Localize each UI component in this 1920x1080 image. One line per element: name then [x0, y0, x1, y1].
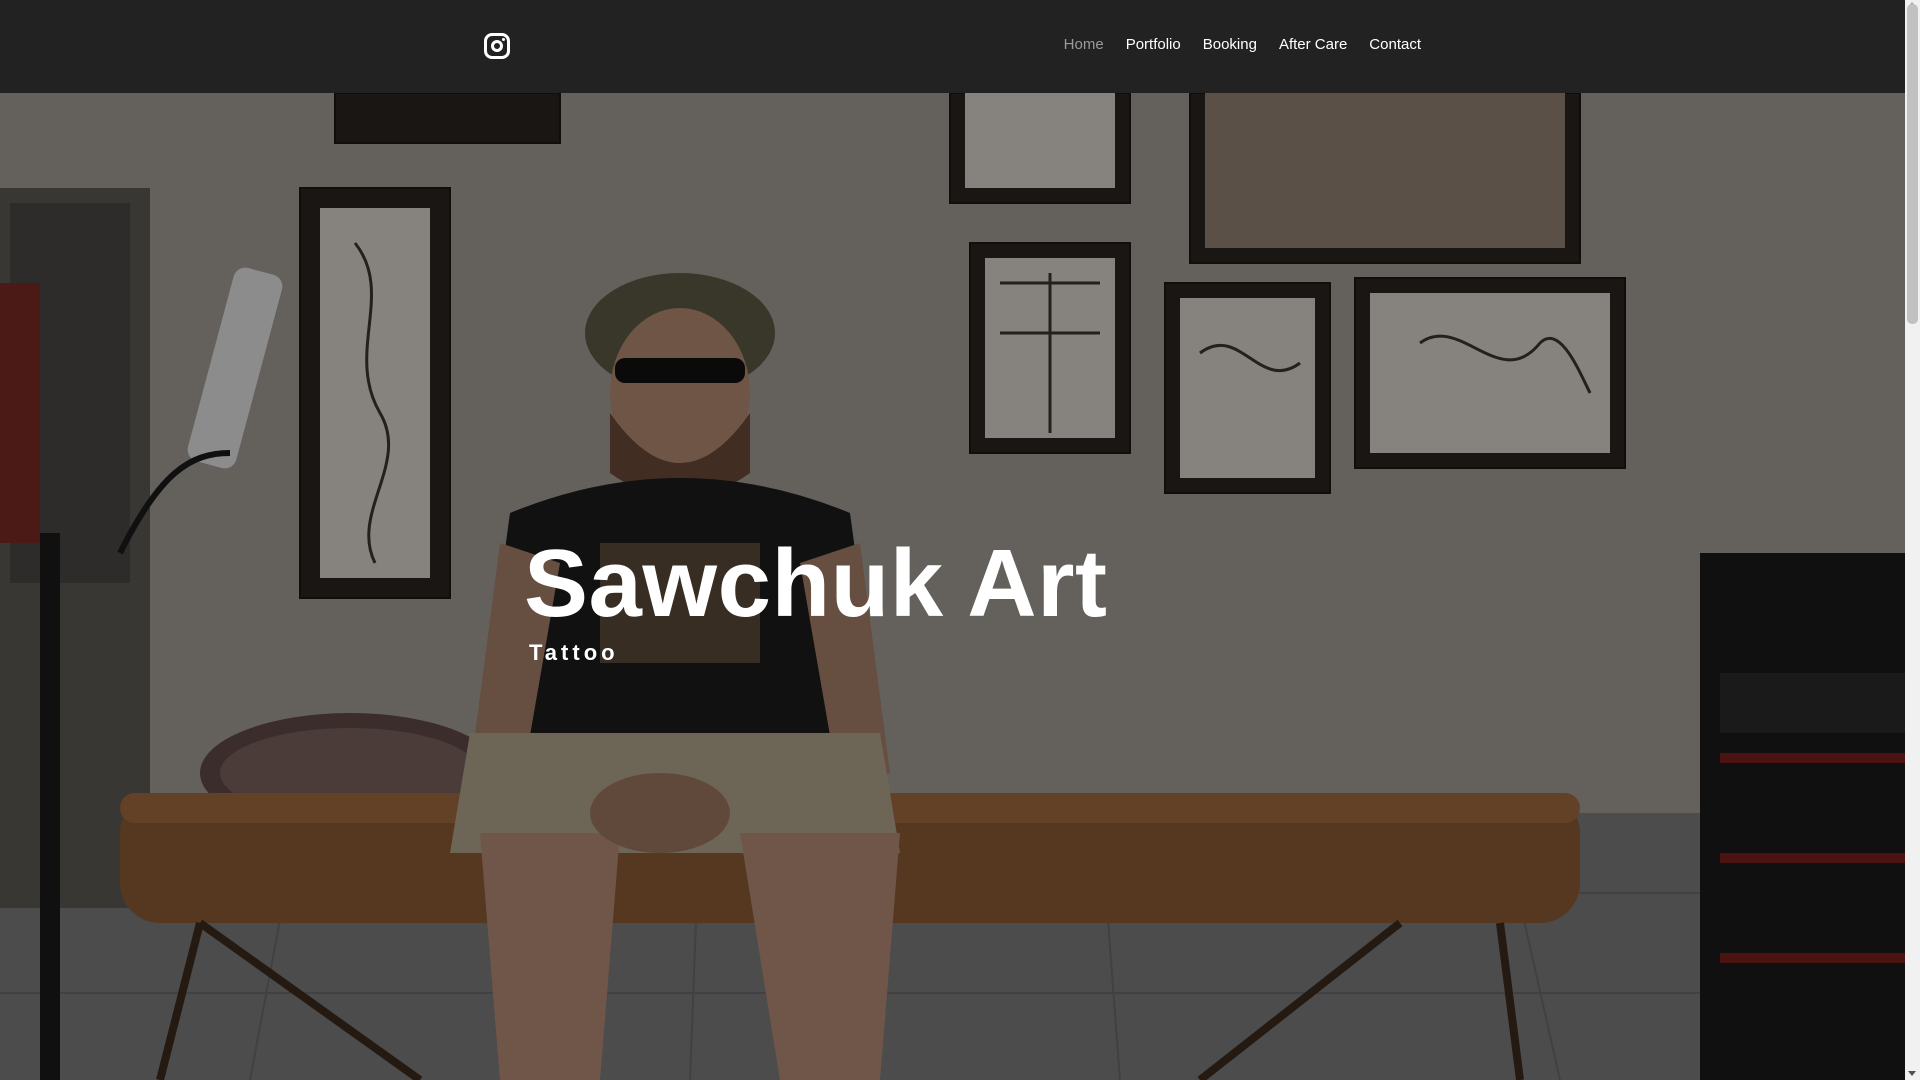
hero-subtitle: Tattoo — [529, 640, 619, 665]
nav-home[interactable]: Home — [1053, 36, 1115, 53]
page: Home Portfolio Booking After Care Contac… — [0, 0, 1905, 1080]
nav-booking[interactable]: Booking — [1192, 36, 1268, 53]
hero-title: Sawchuk Art — [524, 530, 1108, 637]
nav-contact[interactable]: Contact — [1358, 36, 1432, 53]
nav-portfolio[interactable]: Portfolio — [1115, 36, 1192, 53]
main-nav: Home Portfolio Booking After Care Contac… — [1053, 36, 1432, 53]
vertical-scrollbar[interactable] — [1905, 0, 1920, 1080]
site-header: Home Portfolio Booking After Care Contac… — [0, 0, 1905, 93]
scroll-down-icon[interactable] — [1908, 1071, 1916, 1076]
instagram-icon[interactable] — [484, 33, 510, 59]
nav-after-care[interactable]: After Care — [1268, 36, 1358, 53]
scrollbar-thumb[interactable] — [1907, 4, 1918, 324]
instagram-lens — [491, 40, 503, 52]
instagram-dot — [502, 38, 505, 41]
